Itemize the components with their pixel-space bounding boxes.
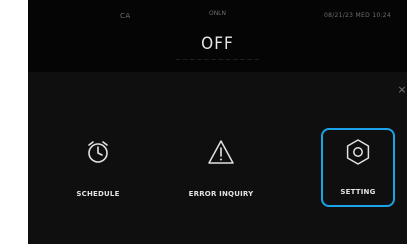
page-frame: CA ONLN 08/21/23 MED 10:24 OFF — — — — —… — [0, 0, 407, 244]
error-inquiry-label: ERROR INQUIRY — [188, 190, 254, 198]
status-header: CA ONLN 08/21/23 MED 10:24 OFF — — — — —… — [28, 0, 407, 72]
alarm-clock-icon — [88, 141, 108, 163]
close-button[interactable]: × — [397, 84, 407, 96]
schedule-label: SCHEDULE — [76, 190, 120, 198]
hexagon-gear-icon — [346, 139, 370, 165]
power-state-subtitle: — — — — — — — — — — — — — [175, 57, 260, 63]
power-state-title: OFF — [201, 34, 234, 54]
warning-triangle-icon — [208, 140, 234, 164]
status-datetime: 08/21/23 MED 10:24 — [323, 12, 391, 19]
setting-label: SETTING — [340, 188, 376, 196]
schedule-button[interactable]: SCHEDULE — [52, 128, 144, 208]
error-inquiry-button[interactable]: ERROR INQUIRY — [175, 128, 267, 208]
device-screen: CA ONLN 08/21/23 MED 10:24 OFF — — — — —… — [28, 0, 407, 244]
setting-button[interactable]: SETTING — [321, 128, 395, 207]
